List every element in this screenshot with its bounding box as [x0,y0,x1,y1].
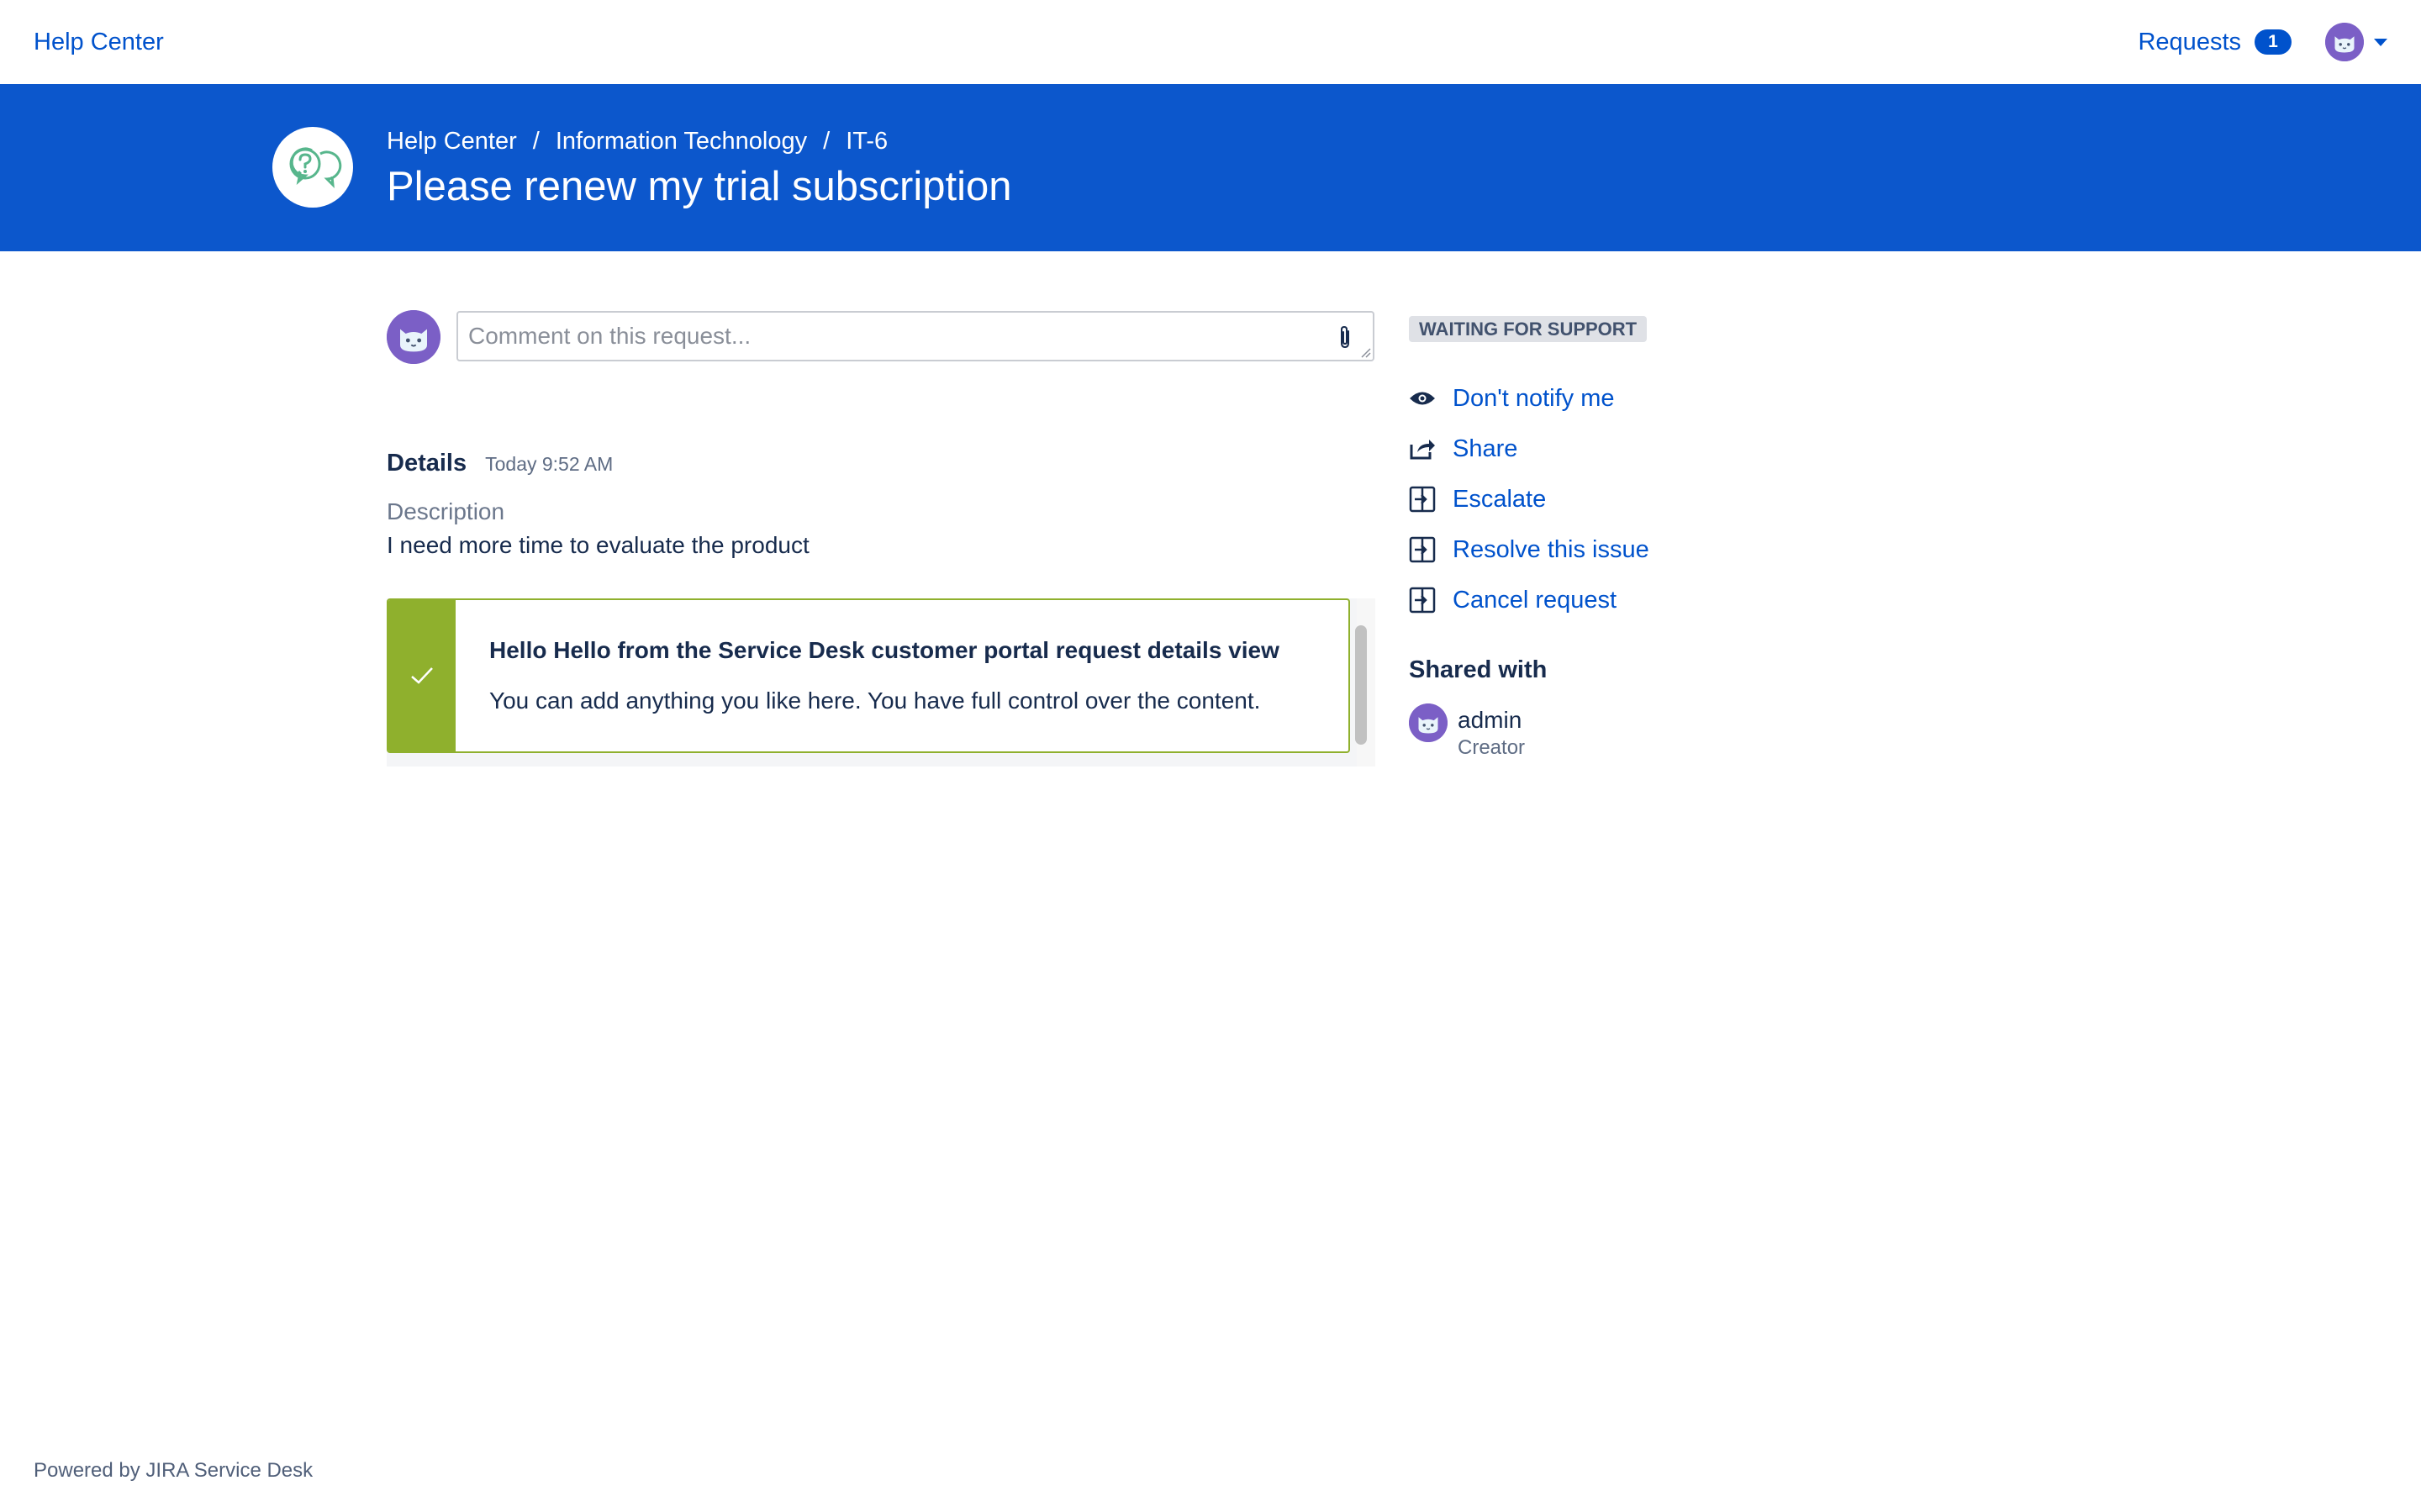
breadcrumb-help-center[interactable]: Help Center [387,128,517,155]
shared-with-title: Shared with [1409,656,1548,683]
transition-icon [1409,486,1436,513]
transition-icon [1409,536,1436,563]
custom-panel-container: Hello Hello from the Service Desk custom… [387,598,1375,767]
shared-user-name: admin [1458,707,1522,733]
panel-scrollbar-thumb[interactable] [1355,625,1367,745]
panel-message-title: Hello Hello from the Service Desk custom… [489,637,1279,663]
shared-user-role: Creator [1458,736,1526,759]
share-link[interactable]: Share [1453,435,1517,463]
description-value: I need more time to evaluate the product [387,532,810,558]
requests-label: Requests [2138,28,2241,55]
powered-by-footer: Powered by JIRA Service Desk [34,1459,314,1482]
details-timestamp: Today 9:52 AM [485,453,614,475]
resolve-issue-link[interactable]: Resolve this issue [1453,536,1649,564]
action-dont-notify: Don't notify me [1409,373,1649,424]
breadcrumb: Help Center / Information Technology / I… [387,128,888,155]
breadcrumb-information-technology[interactable]: Information Technology [556,128,807,155]
resize-grip-icon[interactable] [1359,346,1371,358]
requests-link[interactable]: Requests 1 [2138,29,2292,56]
details-label: Details [387,450,467,477]
request-actions-list: Don't notify me Share Escalate Resolve t… [1409,373,1649,625]
success-stripe [388,600,456,751]
chat-question-icon [289,147,342,189]
checkmark-icon [411,667,433,684]
cat-avatar-icon [387,310,440,364]
action-cancel: Cancel request [1409,575,1649,625]
details-header: Details Today 9:52 AM [387,450,613,477]
panel-message-body: You can add anything you like here. You … [489,688,1261,714]
comment-input[interactable] [456,311,1374,361]
cancel-request-link[interactable]: Cancel request [1453,587,1617,614]
escalate-link[interactable]: Escalate [1453,486,1546,514]
share-icon [1409,435,1436,462]
transition-icon [1409,587,1436,614]
shared-user-item: admin Creator [1409,703,1525,762]
shared-user-avatar [1409,703,1448,742]
commenter-avatar [387,310,440,364]
top-nav-right: Requests 1 [2138,23,2387,61]
requests-count-badge: 1 [2255,29,2292,55]
action-share: Share [1409,424,1649,474]
user-avatar [2325,23,2364,61]
dont-notify-me-link[interactable]: Don't notify me [1453,385,1615,413]
success-message-panel: Hello Hello from the Service Desk custom… [387,598,1350,753]
action-escalate: Escalate [1409,474,1649,524]
breadcrumb-separator: / [823,128,831,155]
help-center-home-link[interactable]: Help Center [34,29,164,56]
description-label: Description [387,498,505,524]
paperclip-icon[interactable] [1332,324,1358,350]
top-navigation: Help Center Requests 1 [0,0,2421,84]
chevron-down-icon [2374,38,2387,46]
breadcrumb-issue-key[interactable]: IT-6 [846,128,888,155]
help-center-logo [272,127,353,208]
shared-user-names: admin Creator [1458,707,1525,762]
eye-icon [1409,385,1436,412]
cat-avatar-icon [2325,23,2364,61]
page-title: Please renew my trial subscription [387,164,1012,209]
status-badge: WAITING FOR SUPPORT [1409,316,1648,342]
action-resolve: Resolve this issue [1409,524,1649,575]
profile-menu-trigger[interactable] [2325,23,2387,61]
request-header-banner: Help Center / Information Technology / I… [0,84,2421,251]
cat-avatar-icon [1409,703,1448,742]
breadcrumb-separator: / [532,128,540,155]
